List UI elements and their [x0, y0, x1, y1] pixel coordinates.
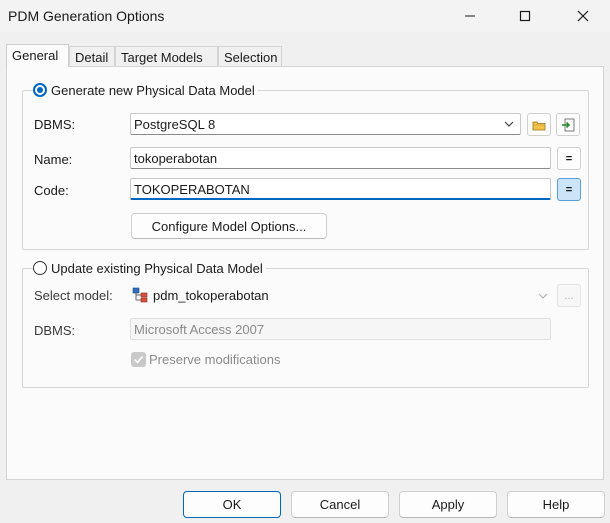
- code-to-name-button[interactable]: =: [557, 178, 581, 201]
- import-icon: [562, 118, 575, 131]
- chevron-down-icon: [538, 293, 548, 299]
- existing-dbms-field: Microsoft Access 2007: [130, 318, 551, 340]
- update-existing-radio[interactable]: Update existing Physical Data Model: [33, 259, 266, 277]
- checkmark-icon: [133, 355, 144, 364]
- name-input[interactable]: tokoperabotan: [130, 147, 551, 169]
- preserve-modifications-checkbox[interactable]: [131, 352, 146, 367]
- dbms-browse-button[interactable]: [527, 113, 551, 136]
- radio-unchecked-icon: [33, 261, 47, 275]
- select-model-value: pdm_tokoperabotan: [153, 288, 269, 303]
- code-label: Code:: [34, 183, 69, 198]
- name-label: Name:: [34, 152, 73, 167]
- title-bar: PDM Generation Options: [0, 0, 610, 32]
- radio-checked-icon: [33, 83, 47, 97]
- minimize-button[interactable]: [447, 0, 493, 32]
- close-button[interactable]: [560, 0, 606, 32]
- select-model-dropdown[interactable]: pdm_tokoperabotan: [132, 286, 552, 306]
- select-model-browse-button[interactable]: ...: [557, 284, 581, 307]
- apply-button[interactable]: Apply: [399, 491, 497, 518]
- dbms-select[interactable]: PostgreSQL 8: [130, 113, 521, 135]
- chevron-down-icon: [504, 121, 514, 127]
- select-model-label: Select model:: [34, 288, 113, 303]
- tab-selection[interactable]: Selection: [218, 46, 282, 66]
- preserve-modifications-label: Preserve modifications: [149, 352, 281, 367]
- help-button[interactable]: Help: [507, 491, 605, 518]
- minimize-icon: [465, 15, 475, 17]
- dbms-properties-button[interactable]: [556, 113, 580, 136]
- existing-dbms-label: DBMS:: [34, 323, 76, 338]
- dbms-label: DBMS:: [34, 117, 76, 132]
- dbms-value: PostgreSQL 8: [134, 117, 216, 132]
- update-existing-label: Update existing Physical Data Model: [51, 260, 263, 276]
- maximize-button[interactable]: [502, 0, 548, 32]
- generate-new-label: Generate new Physical Data Model: [51, 82, 255, 98]
- tab-detail[interactable]: Detail: [69, 46, 115, 66]
- model-tree-icon: [132, 287, 148, 303]
- tab-target-models[interactable]: Target Models: [115, 46, 218, 66]
- generate-new-radio[interactable]: Generate new Physical Data Model: [33, 81, 258, 99]
- cancel-button[interactable]: Cancel: [291, 491, 389, 518]
- ok-button[interactable]: OK: [183, 491, 281, 518]
- tab-general[interactable]: General: [6, 44, 69, 67]
- code-input[interactable]: TOKOPERABOTAN: [130, 178, 551, 200]
- configure-model-options-button[interactable]: Configure Model Options...: [131, 213, 327, 239]
- window-title: PDM Generation Options: [8, 8, 165, 24]
- maximize-icon: [519, 10, 531, 22]
- name-to-code-button[interactable]: =: [557, 147, 581, 170]
- close-icon: [577, 10, 589, 22]
- folder-icon: [532, 121, 546, 130]
